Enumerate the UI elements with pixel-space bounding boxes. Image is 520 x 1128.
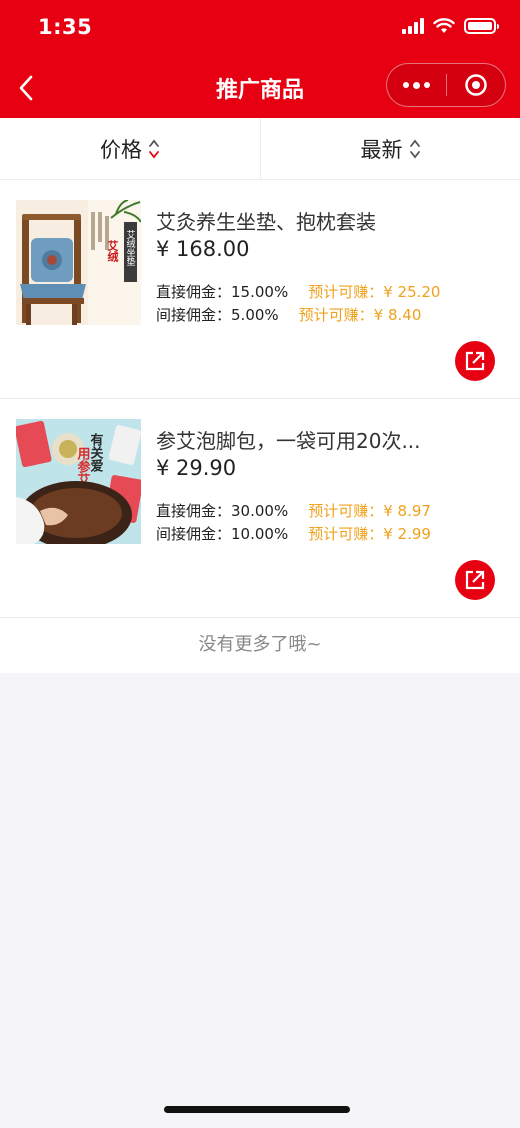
product-name[interactable]: 艾灸养生坐垫、抱枕套装 — [156, 206, 456, 235]
product-item[interactable]: 艾绒 艾绒坐垫 艾灸养生坐垫、抱枕套装 ¥ 168.00 直接佣金：15.00%… — [0, 180, 520, 399]
product-list: 艾绒 艾绒坐垫 艾灸养生坐垫、抱枕套装 ¥ 168.00 直接佣金：15.00%… — [0, 180, 520, 673]
more-dots-icon — [402, 82, 409, 88]
share-button[interactable] — [455, 560, 495, 600]
share-button[interactable] — [455, 341, 495, 381]
product-item[interactable]: 有关爱 用参艾 参艾泡脚包，一袋可用20次... ¥ 29.90 直接佣金：30… — [0, 399, 520, 618]
indirect-commission-label: 间接佣金： — [156, 525, 232, 543]
direct-commission-label: 直接佣金： — [156, 502, 232, 520]
sort-arrows-icon — [409, 139, 420, 158]
status-time: 1:35 — [38, 15, 93, 39]
direct-estimated-earnings: 预计可赚：¥ 25.20 — [308, 283, 441, 301]
home-indicator[interactable] — [164, 1106, 350, 1113]
sort-arrows-icon — [149, 139, 159, 158]
indirect-commission-row: 间接佣金：10.00% 预计可赚：¥ 2.99 — [156, 523, 431, 544]
status-bar: 1:35 — [0, 0, 520, 58]
product-price: ¥ 168.00 — [156, 237, 250, 261]
product-image[interactable]: 有关爱 用参艾 — [16, 419, 141, 544]
indirect-commission-label: 间接佣金： — [156, 306, 232, 324]
product-price: ¥ 29.90 — [156, 456, 237, 480]
no-more-text: 没有更多了哦~ — [198, 634, 322, 655]
more-button[interactable] — [387, 63, 446, 107]
status-icons — [402, 18, 499, 34]
target-icon — [464, 74, 487, 96]
sort-by-latest-tab[interactable]: 最新 — [260, 118, 520, 179]
sort-price-label: 价格 — [100, 137, 142, 162]
share-icon — [465, 351, 485, 371]
sort-by-price-tab[interactable]: 价格 — [0, 118, 260, 179]
direct-commission-label: 直接佣金： — [156, 283, 232, 301]
share-icon — [465, 570, 485, 590]
battery-icon — [464, 18, 499, 34]
product-image[interactable]: 艾绒 艾绒坐垫 — [16, 200, 141, 325]
close-mini-program-button[interactable] — [446, 63, 505, 107]
indirect-commission-row: 间接佣金：5.00% 预计可赚：¥ 8.40 — [156, 304, 421, 325]
indirect-estimated-earnings: 预计可赚：¥ 8.40 — [298, 306, 422, 324]
wifi-icon — [433, 18, 455, 33]
direct-commission-row: 直接佣金：15.00% 预计可赚：¥ 25.20 — [156, 281, 440, 302]
product-image-slogan-1: 有关爱 — [89, 432, 104, 473]
direct-commission-row: 直接佣金：30.00% 预计可赚：¥ 8.97 — [156, 500, 431, 521]
nav-bar: 推广商品 — [0, 58, 520, 118]
product-image-caption: 艾绒坐垫 — [126, 230, 136, 266]
indirect-estimated-earnings: 预计可赚：¥ 2.99 — [308, 525, 431, 543]
direct-commission-rate: 15.00% — [231, 283, 289, 301]
indirect-commission-rate: 5.00% — [231, 306, 279, 324]
product-image-brand: 艾绒 — [106, 239, 119, 263]
indirect-commission-rate: 10.00% — [231, 525, 289, 543]
signal-icon — [402, 18, 424, 34]
mini-program-capsule — [386, 63, 506, 107]
product-name[interactable]: 参艾泡脚包，一袋可用20次... — [156, 425, 456, 454]
sort-bar: 价格 最新 — [0, 118, 520, 180]
direct-estimated-earnings: 预计可赚：¥ 8.97 — [308, 502, 431, 520]
sort-latest-label: 最新 — [360, 137, 403, 162]
direct-commission-rate: 30.00% — [231, 502, 289, 520]
